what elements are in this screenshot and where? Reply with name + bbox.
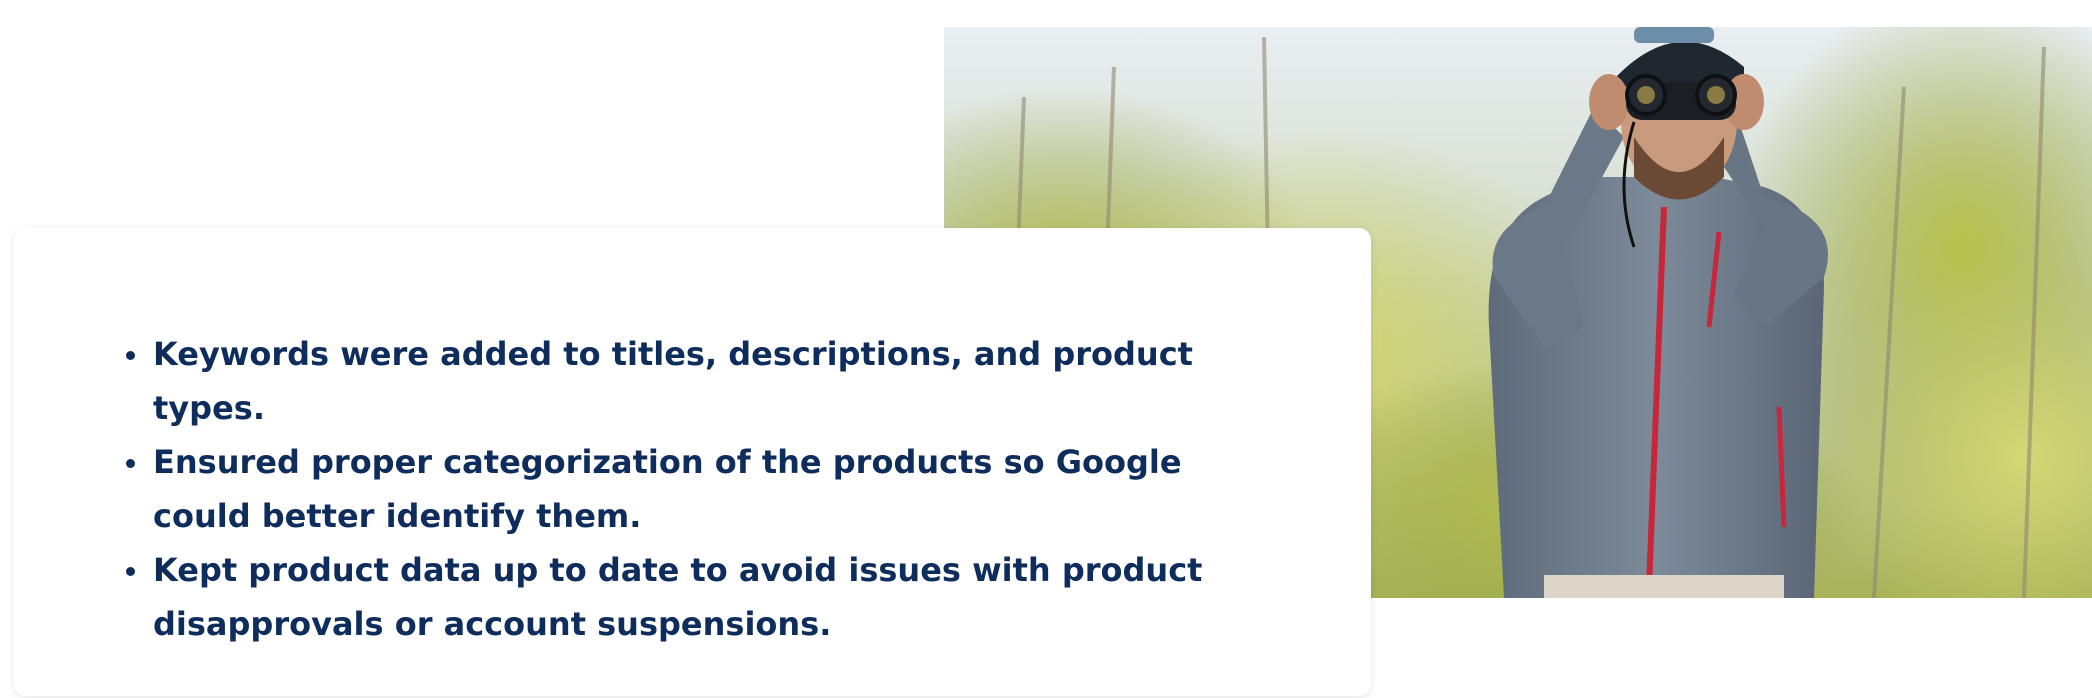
bullet-icon — [126, 459, 135, 468]
list-item: Keywords were added to titles, descripti… — [126, 327, 1253, 435]
content-card: Keywords were added to titles, descripti… — [14, 228, 1371, 696]
bullet-icon — [126, 351, 135, 360]
bullet-list: Keywords were added to titles, descripti… — [14, 327, 1311, 651]
list-item: Ensured proper categorization of the pro… — [126, 435, 1253, 543]
list-item: Kept product data up to date to avoid is… — [126, 543, 1253, 651]
bullet-icon — [126, 567, 135, 576]
list-item-text: Ensured proper categorization of the pro… — [153, 443, 1182, 535]
page: Keywords were added to titles, descripti… — [0, 0, 2092, 698]
list-item-text: Keywords were added to titles, descripti… — [153, 335, 1193, 427]
list-item-text: Kept product data up to date to avoid is… — [153, 551, 1203, 643]
